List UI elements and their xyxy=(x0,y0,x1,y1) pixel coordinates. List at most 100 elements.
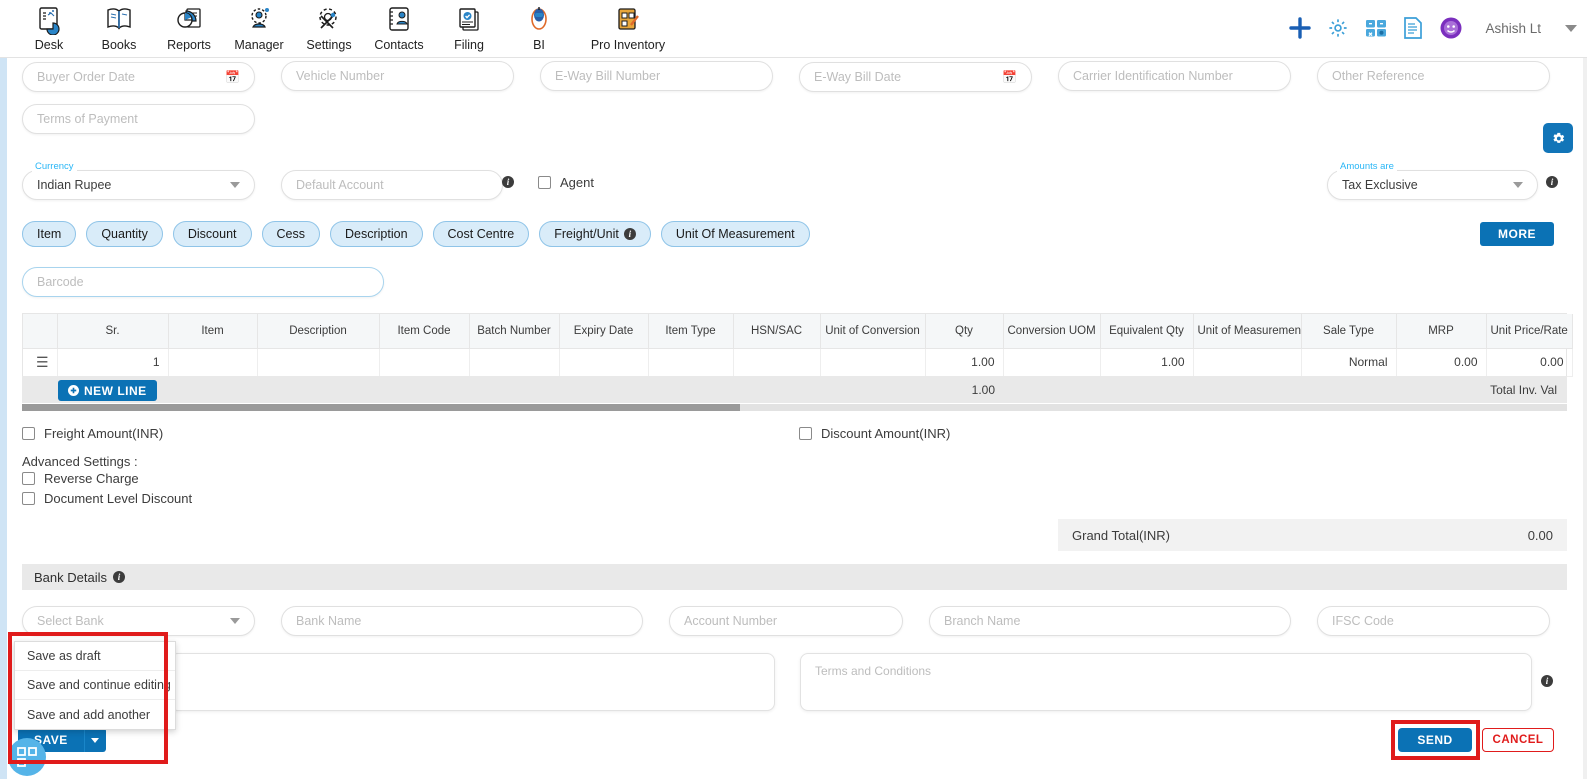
menu-item-save-and-continue-editing[interactable]: Save and continue editing xyxy=(15,671,175,700)
freight-amount-checkbox-row[interactable]: Freight Amount(INR) xyxy=(22,426,163,441)
calendar-icon[interactable]: 📅 xyxy=(225,70,240,84)
eway-bill-date-field[interactable]: E-Way Bill Date 📅 xyxy=(799,62,1032,92)
eway-bill-number-field[interactable]: E-Way Bill Number xyxy=(540,61,773,91)
amounts-are-info-icon[interactable]: i xyxy=(1546,176,1558,188)
table-row[interactable]: ☰ 1 1.00 1.00 Normal 0.00 0.00 xyxy=(23,348,1573,377)
menu-item-save-and-add-another[interactable]: Save and add another xyxy=(15,700,175,729)
terms-and-conditions-textarea[interactable]: Terms and Conditions xyxy=(800,653,1532,711)
cell-conversion-uom[interactable] xyxy=(1003,348,1101,377)
cell-batch-number[interactable] xyxy=(469,348,560,377)
amounts-are-select[interactable]: Tax Exclusive xyxy=(1327,170,1538,200)
vehicle-number-field[interactable]: Vehicle Number xyxy=(281,61,514,91)
nav-item-bi[interactable]: BI xyxy=(504,0,574,52)
send-button[interactable]: SEND xyxy=(1398,728,1472,752)
reverse-charge-checkbox[interactable] xyxy=(22,472,35,485)
nav-item-pro-inventory[interactable]: Pro Inventory xyxy=(574,0,682,52)
cell-item-code[interactable] xyxy=(379,348,470,377)
menu-item-save-as-draft[interactable]: Save as draft xyxy=(15,642,175,671)
table-horizontal-scrollbar[interactable] xyxy=(22,404,1567,411)
chip-cost-centre[interactable]: Cost Centre xyxy=(432,221,530,247)
th-description[interactable]: Description xyxy=(257,314,380,349)
chevron-down-icon[interactable] xyxy=(1565,24,1577,32)
document-level-discount-checkbox-row[interactable]: Document Level Discount xyxy=(22,491,192,506)
th-batch-number[interactable]: Batch Number xyxy=(469,314,560,349)
th-item[interactable]: Item xyxy=(168,314,258,349)
discount-amount-checkbox[interactable] xyxy=(799,427,812,440)
qr-scan-floating-button[interactable] xyxy=(8,738,46,776)
cell-equivalent-qty[interactable]: 1.00 xyxy=(1100,348,1194,377)
chip-cess[interactable]: Cess xyxy=(261,221,320,247)
th-sr[interactable]: Sr. xyxy=(57,314,169,349)
notes-textarea[interactable] xyxy=(170,653,775,711)
select-bank-field[interactable]: Select Bank xyxy=(22,606,255,636)
agent-checkbox[interactable] xyxy=(538,176,551,189)
scrollbar-thumb[interactable] xyxy=(22,404,740,411)
th-hsn-sac[interactable]: HSN/SAC xyxy=(733,314,821,349)
th-unit-of-conversion[interactable]: Unit of Conversion xyxy=(820,314,926,349)
cell-description[interactable] xyxy=(257,348,380,377)
terms-and-conditions-info-icon[interactable]: i xyxy=(1541,675,1553,687)
smiley-badge-icon[interactable] xyxy=(1439,16,1463,40)
gear-icon[interactable] xyxy=(1327,17,1349,39)
currency-select[interactable]: Indian Rupee xyxy=(22,170,255,200)
th-unit-price-rate[interactable]: Unit Price/Rate xyxy=(1486,314,1573,349)
bank-details-info-icon[interactable]: i xyxy=(112,571,125,583)
bank-name-field[interactable]: Bank Name xyxy=(281,606,643,636)
th-qty[interactable]: Qty xyxy=(925,314,1004,349)
nav-item-settings[interactable]: Settings xyxy=(294,0,364,52)
default-account-info-icon[interactable]: i xyxy=(502,176,514,188)
cell-hsn-sac[interactable] xyxy=(733,348,821,377)
chip-item[interactable]: Item xyxy=(22,221,77,247)
table-settings-gear-button[interactable] xyxy=(1543,123,1573,153)
drag-handle-icon[interactable]: ☰ xyxy=(36,354,49,370)
document-icon[interactable] xyxy=(1403,17,1423,39)
cell-item-type[interactable] xyxy=(648,348,734,377)
freight-unit-info-icon[interactable]: i xyxy=(623,228,636,240)
th-expiry-date[interactable]: Expiry Date xyxy=(559,314,649,349)
cell-unit-of-measurement[interactable] xyxy=(1193,348,1302,377)
ifsc-code-field[interactable]: IFSC Code xyxy=(1317,606,1550,636)
default-account-field[interactable]: Default Account xyxy=(281,170,503,200)
other-reference-field[interactable]: Other Reference xyxy=(1317,61,1550,91)
th-item-type[interactable]: Item Type xyxy=(648,314,734,349)
branch-name-field[interactable]: Branch Name xyxy=(929,606,1291,636)
cell-sale-type[interactable]: Normal xyxy=(1301,348,1397,377)
nav-item-books[interactable]: Books xyxy=(84,0,154,52)
nav-item-desk[interactable]: Desk xyxy=(14,0,84,52)
reverse-charge-checkbox-row[interactable]: Reverse Charge xyxy=(22,471,139,486)
nav-item-reports[interactable]: Reports xyxy=(154,0,224,52)
barcode-input[interactable]: Barcode xyxy=(22,267,384,297)
cell-mrp[interactable]: 0.00 xyxy=(1396,348,1487,377)
cell-expiry-date[interactable] xyxy=(559,348,649,377)
discount-amount-checkbox-row[interactable]: Discount Amount(INR) xyxy=(799,426,950,441)
cell-qty[interactable]: 1.00 xyxy=(925,348,1004,377)
nav-item-manager[interactable]: Manager xyxy=(224,0,294,52)
buyer-order-date-field[interactable]: Buyer Order Date 📅 xyxy=(22,62,255,92)
th-mrp[interactable]: MRP xyxy=(1396,314,1487,349)
th-item-code[interactable]: Item Code xyxy=(379,314,470,349)
th-unit-of-measurement[interactable]: Unit of Measurement xyxy=(1193,314,1302,349)
freight-amount-checkbox[interactable] xyxy=(22,427,35,440)
chip-freight-unit[interactable]: Freight/Unit i xyxy=(539,221,651,247)
cell-unit-of-conversion[interactable] xyxy=(820,348,926,377)
th-conversion-uom[interactable]: Conversion UOM xyxy=(1003,314,1101,349)
chip-quantity[interactable]: Quantity xyxy=(86,221,163,247)
account-number-field[interactable]: Account Number xyxy=(669,606,903,636)
nav-item-filing[interactable]: Filing xyxy=(434,0,504,52)
chip-unit-of-measurement[interactable]: Unit Of Measurement xyxy=(660,221,810,247)
plus-icon[interactable] xyxy=(1289,17,1312,39)
more-button[interactable]: MORE xyxy=(1480,222,1554,246)
document-level-discount-checkbox[interactable] xyxy=(22,492,35,505)
th-equivalent-qty[interactable]: Equivalent Qty xyxy=(1100,314,1194,349)
nav-item-contacts[interactable]: Contacts xyxy=(364,0,434,52)
th-sale-type[interactable]: Sale Type xyxy=(1301,314,1397,349)
calendar-icon[interactable]: 📅 xyxy=(1002,70,1017,84)
calculator-icon[interactable] xyxy=(1365,17,1387,39)
chip-discount[interactable]: Discount xyxy=(172,221,252,247)
cancel-button[interactable]: CANCEL xyxy=(1482,728,1554,752)
row-drag-handle[interactable]: ☰ xyxy=(23,348,58,377)
agent-checkbox-row[interactable]: Agent xyxy=(538,175,594,190)
terms-of-payment-field[interactable]: Terms of Payment xyxy=(22,104,255,134)
cell-item[interactable] xyxy=(168,348,258,377)
cell-unit-price-rate[interactable]: 0.00 xyxy=(1486,348,1573,377)
